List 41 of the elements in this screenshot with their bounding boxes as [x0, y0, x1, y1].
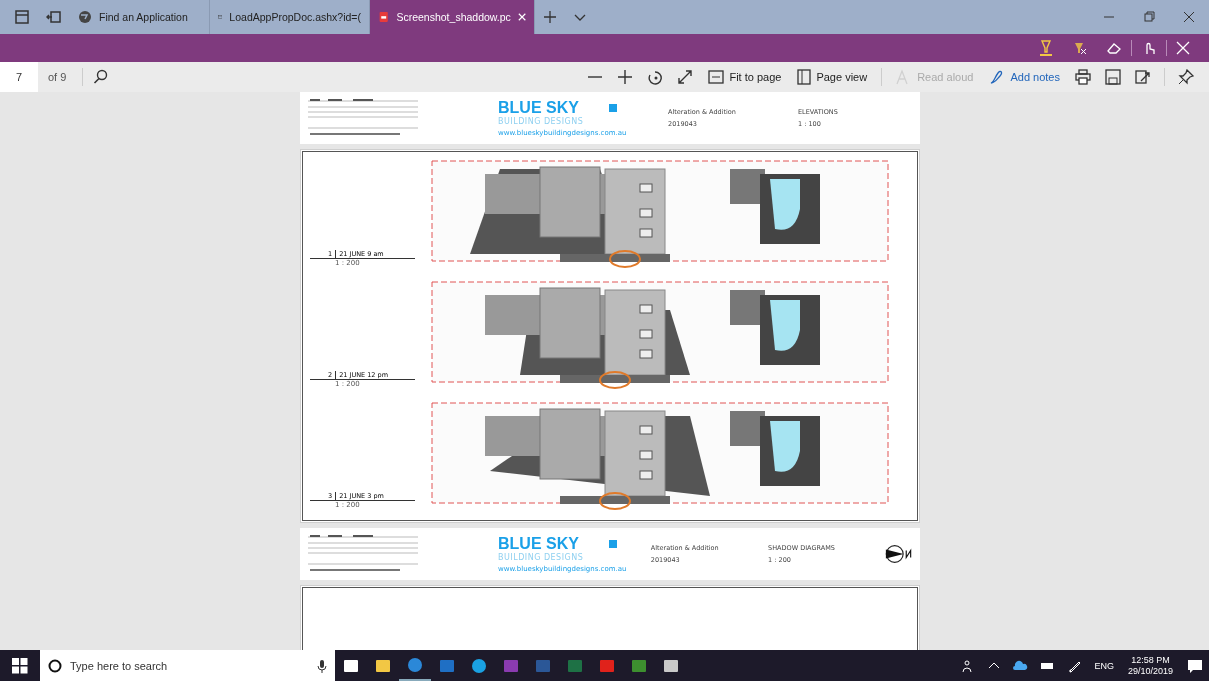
share-icon[interactable] — [1135, 69, 1151, 85]
clock-date[interactable]: 29/10/2019 — [1127, 665, 1173, 677]
fit-page-icon — [708, 70, 725, 84]
new-tab-icon[interactable] — [543, 10, 557, 24]
page-number-field[interactable]: 7 — [0, 62, 38, 92]
logo-title: BLUE SKY — [498, 99, 579, 117]
rotate-icon[interactable] — [647, 69, 664, 85]
search-field[interactable]: Type here to search — [68, 658, 311, 673]
page-view-icon — [797, 69, 812, 85]
cortana-circle-icon — [48, 658, 62, 673]
logo-subtitle: BUILDING DESIGNS — [498, 553, 585, 562]
fit-button[interactable]: Fit to page — [700, 62, 790, 92]
restore-icon[interactable] — [1143, 11, 1155, 23]
page-count: of 9 — [48, 71, 67, 83]
plus-icon[interactable] — [617, 69, 634, 85]
highlighter-icon[interactable] — [1072, 40, 1088, 56]
notes-button[interactable]: Add notes — [981, 62, 1068, 92]
logo-square-icon — [608, 540, 617, 548]
expand-icon[interactable] — [677, 69, 694, 85]
tabs-aside-icon[interactable] — [14, 9, 30, 25]
pin-icon[interactable] — [1178, 69, 1194, 85]
tab-preview-icon[interactable] — [46, 9, 62, 25]
input-language[interactable]: ENG — [1094, 660, 1114, 671]
notifications-icon[interactable] — [1187, 657, 1203, 674]
browser-tab[interactable]: Screenshot_shaddow.pc — [370, 0, 535, 34]
highlighter-icon[interactable] — [1038, 39, 1054, 57]
save-icon[interactable] — [1105, 69, 1121, 85]
windows-start-icon[interactable] — [12, 657, 28, 674]
search-icon[interactable] — [93, 69, 110, 85]
cloud-icon[interactable] — [1012, 659, 1029, 672]
print-icon[interactable] — [1075, 69, 1091, 85]
logo-subtitle: BUILDING DESIGNS — [498, 117, 585, 126]
clock-time[interactable]: 12:58 PM — [1131, 654, 1170, 666]
microphone-icon[interactable] — [317, 658, 327, 673]
taskbar-search-bar[interactable]: Type here to search — [40, 650, 335, 681]
pdf-icon — [378, 10, 390, 24]
page-view-button[interactable]: Page view — [789, 62, 876, 92]
globe-icon — [78, 10, 92, 24]
logo-square-icon — [608, 104, 617, 112]
logo-title: BLUE SKY — [498, 535, 579, 553]
close-icon[interactable] — [1183, 11, 1195, 23]
